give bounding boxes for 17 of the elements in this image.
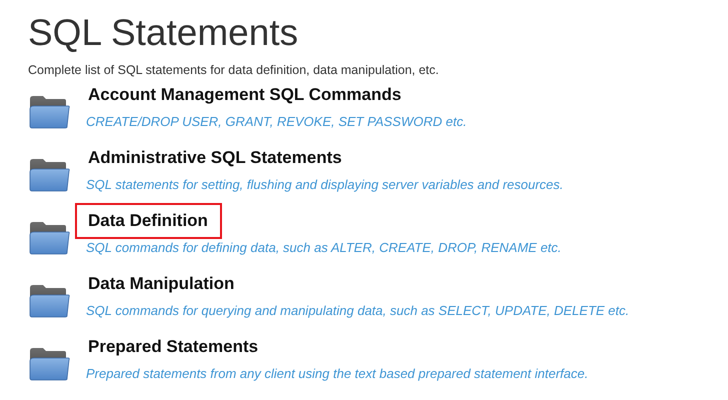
category-link[interactable]: Data Definition — [75, 203, 222, 239]
category-description: SQL commands for querying and manipulating data, such as SELECT, UPDATE, DELETE etc. — [86, 303, 630, 318]
category-description: SQL commands for defining data, such as ALTER, CREATE, DROP, RENAME etc. — [86, 240, 562, 255]
category-link[interactable]: Administrative SQL Statements — [75, 140, 356, 176]
category-description: Prepared statements from any client using the text based prepared statement interface. — [86, 366, 588, 381]
category-description: SQL statements for setting, flushing and displaying server variables and resources. — [86, 177, 564, 192]
folder-icon — [28, 347, 70, 381]
intro-text: Complete list of SQL statements for data definition, data manipulation, etc. — [28, 63, 439, 77]
folder-icon — [28, 221, 70, 255]
folder-icon — [28, 284, 70, 318]
category-link[interactable]: Data Manipulation — [75, 266, 248, 302]
page-title: SQL Statements — [28, 11, 300, 55]
category-description: CREATE/DROP USER, GRANT, REVOKE, SET PASSWORD etc. — [86, 114, 467, 129]
folder-icon — [28, 158, 70, 192]
folder-icon — [28, 95, 70, 129]
category-link[interactable]: Prepared Statements — [75, 329, 272, 365]
category-link[interactable]: Account Management SQL Commands — [75, 77, 416, 113]
